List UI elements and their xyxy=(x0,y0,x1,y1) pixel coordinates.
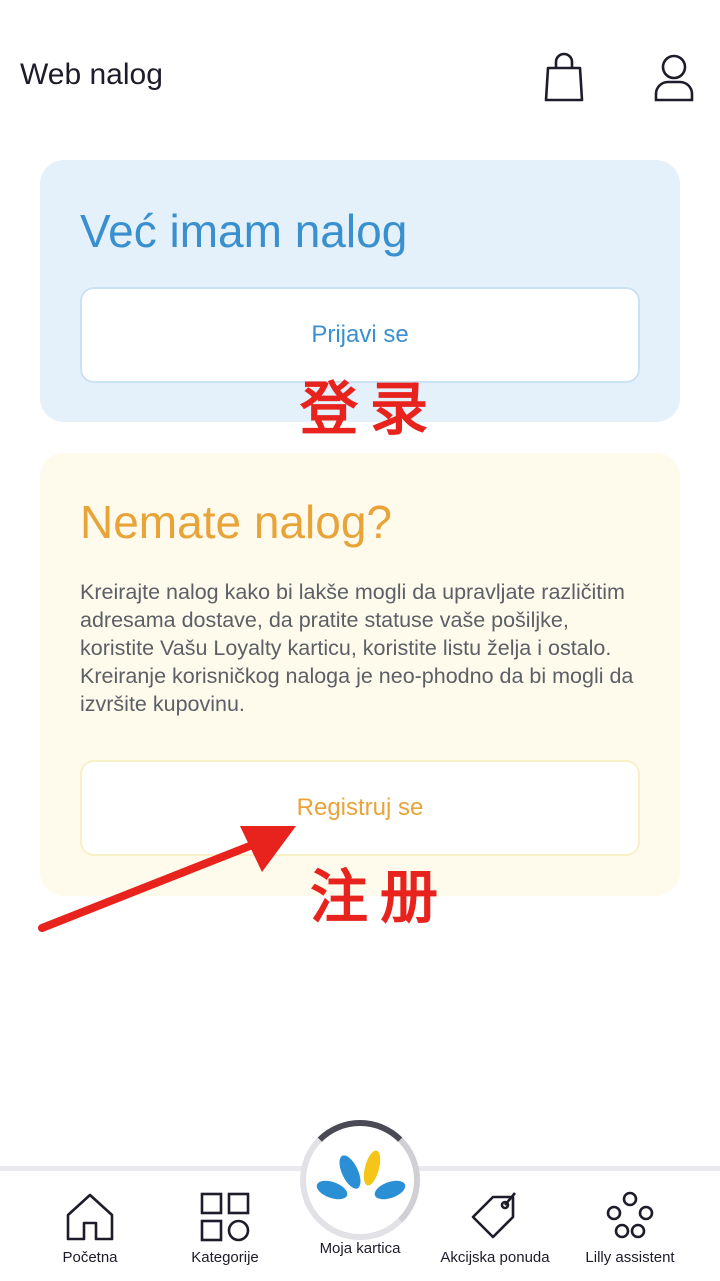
nav-label-categories: Kategorije xyxy=(191,1249,259,1266)
nav-item-home[interactable]: Početna xyxy=(18,1191,162,1281)
register-button[interactable]: Registruj se xyxy=(80,760,640,856)
nav-item-categories[interactable]: Kategorije xyxy=(153,1191,297,1281)
nav-item-promotions[interactable]: Akcijska ponuda xyxy=(423,1191,567,1281)
nav-label-home: Početna xyxy=(62,1249,118,1266)
register-description: Kreirajte nalog kako bi lakše mogli da u… xyxy=(80,580,634,716)
register-card: Nemate nalog? Kreirajte nalog kako bi la… xyxy=(40,453,680,896)
loyalty-card-button[interactable] xyxy=(300,1120,420,1240)
register-card-title: Nemate nalog? xyxy=(80,496,392,548)
shopping-bag-icon[interactable] xyxy=(540,52,588,104)
nav-label-promotions: Akcijska ponuda xyxy=(440,1249,550,1266)
tag-icon xyxy=(471,1192,516,1239)
categories-icon xyxy=(200,1192,250,1242)
nav-item-assistant[interactable]: Lilly assistent xyxy=(558,1191,702,1281)
nav-label-assistant: Lilly assistent xyxy=(585,1249,675,1266)
nav-label-loyalty-card: Moja kartica xyxy=(319,1240,401,1257)
register-annotation: 注册 xyxy=(310,863,451,931)
login-annotation: 登录 xyxy=(300,375,441,443)
app-header: Web nalog xyxy=(0,0,720,150)
home-icon xyxy=(66,1193,114,1241)
assistant-icon xyxy=(606,1191,654,1239)
user-icon[interactable] xyxy=(650,52,698,104)
page-title: Web nalog xyxy=(20,58,163,91)
loyalty-card-icon xyxy=(316,1150,406,1200)
login-card-title: Već imam nalog xyxy=(80,205,408,257)
